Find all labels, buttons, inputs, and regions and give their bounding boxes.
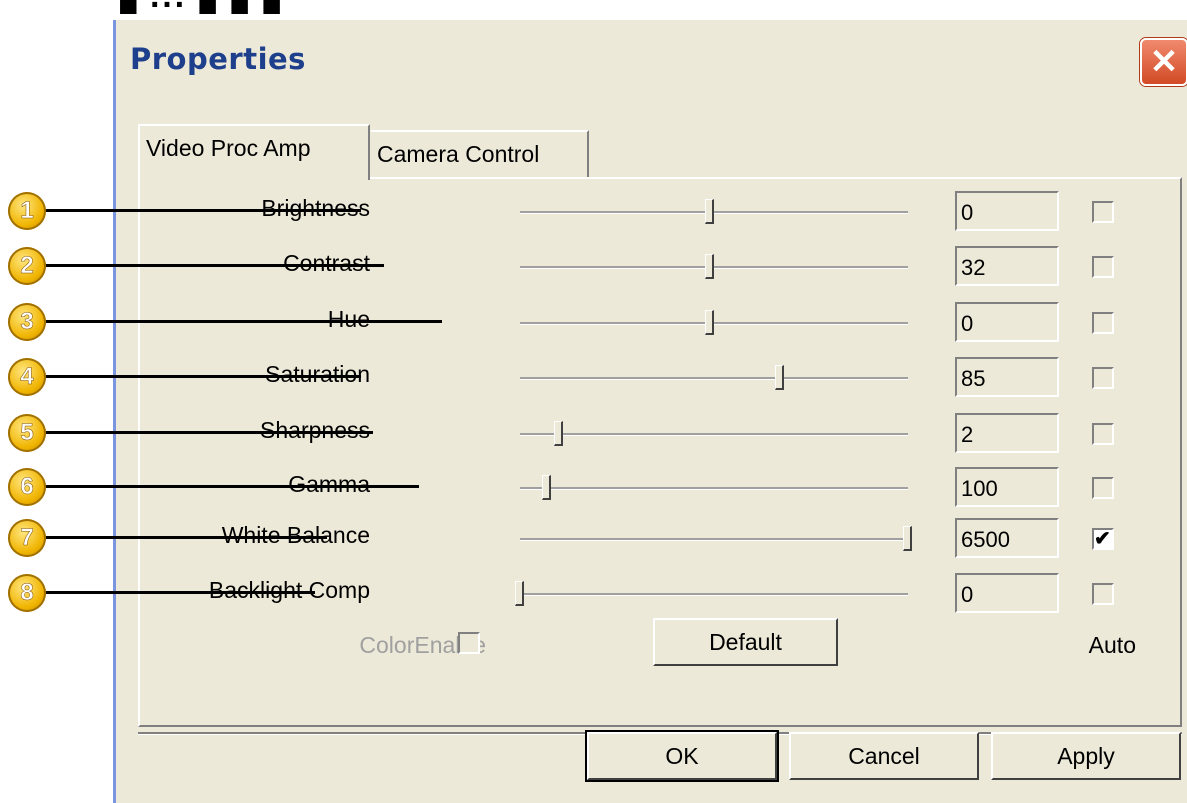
sharpness-slider-thumb[interactable] bbox=[553, 421, 563, 446]
callout-marker: 8 bbox=[8, 574, 46, 612]
callout-marker: 7 bbox=[8, 519, 46, 557]
backlight-comp-slider-thumb[interactable] bbox=[515, 581, 524, 606]
callout-number: 3 bbox=[20, 308, 34, 336]
gamma-value-field[interactable]: 100 bbox=[955, 467, 1059, 507]
hue-value-field[interactable]: 0 bbox=[955, 302, 1059, 342]
saturation-auto-checkbox[interactable] bbox=[1092, 367, 1114, 389]
callout-leader-line bbox=[44, 485, 419, 488]
callout-leader-line bbox=[44, 320, 442, 323]
callout-marker: 3 bbox=[8, 303, 46, 341]
auto-column-label: Auto bbox=[1088, 632, 1136, 658]
saturation-value-field[interactable]: 85 bbox=[955, 357, 1059, 397]
callout-leader-line bbox=[44, 431, 373, 434]
checkmark-icon: ✔ bbox=[1094, 528, 1111, 550]
callout-number: 6 bbox=[20, 473, 34, 501]
title-bar: Properties ✕ bbox=[116, 20, 1187, 98]
ok-button[interactable]: OK bbox=[585, 730, 779, 782]
callout-leader-line bbox=[44, 375, 361, 378]
gamma-slider-thumb[interactable] bbox=[542, 475, 552, 500]
brightness-value-field[interactable]: 0 bbox=[955, 191, 1059, 231]
callout-number: 1 bbox=[20, 197, 34, 225]
contrast-slider-thumb[interactable] bbox=[705, 254, 715, 279]
sharpness-auto-checkbox[interactable] bbox=[1092, 423, 1114, 445]
hue-slider-thumb[interactable] bbox=[705, 310, 715, 335]
callout-number: 7 bbox=[20, 524, 34, 552]
callout-leader-line bbox=[44, 536, 327, 539]
close-button[interactable]: ✕ bbox=[1140, 38, 1187, 86]
callout-leader-line bbox=[44, 209, 361, 212]
saturation-slider-thumb[interactable] bbox=[774, 365, 784, 390]
apply-button[interactable]: Apply bbox=[991, 732, 1181, 780]
callout-marker: 5 bbox=[8, 414, 46, 452]
properties-dialog: Properties ✕ Video Proc Amp Camera Contr… bbox=[113, 20, 1187, 803]
window-title: Properties bbox=[130, 42, 306, 76]
contrast-value-field[interactable]: 32 bbox=[955, 246, 1059, 286]
saturation-slider[interactable] bbox=[520, 377, 908, 380]
callout-number: 8 bbox=[20, 579, 34, 607]
white-balance-auto-checkbox[interactable]: ✔ bbox=[1092, 528, 1114, 550]
callout-number: 4 bbox=[20, 363, 34, 391]
backlight-comp-slider[interactable] bbox=[520, 593, 908, 596]
callout-leader-line bbox=[44, 264, 384, 267]
default-button[interactable]: Default bbox=[653, 618, 838, 666]
sharpness-value-field[interactable]: 2 bbox=[955, 413, 1059, 453]
backlight-comp-value-field[interactable]: 0 bbox=[955, 573, 1059, 613]
tab-video-proc-amp[interactable]: Video Proc Amp bbox=[138, 124, 370, 180]
callout-number: 2 bbox=[20, 252, 34, 280]
callout-number: 5 bbox=[20, 419, 34, 447]
brightness-slider-thumb[interactable] bbox=[705, 199, 715, 224]
hue-auto-checkbox[interactable] bbox=[1092, 312, 1114, 334]
gamma-slider[interactable] bbox=[520, 487, 908, 490]
callout-marker: 6 bbox=[8, 468, 46, 506]
white-balance-slider[interactable] bbox=[520, 538, 908, 541]
close-icon: ✕ bbox=[1149, 43, 1179, 81]
tab-camera-control[interactable]: Camera Control bbox=[371, 130, 589, 178]
callout-leader-line bbox=[44, 591, 315, 594]
brightness-auto-checkbox[interactable] bbox=[1092, 201, 1114, 223]
gamma-auto-checkbox[interactable] bbox=[1092, 477, 1114, 499]
backlight-comp-auto-checkbox[interactable] bbox=[1092, 583, 1114, 605]
white-balance-value-field[interactable]: 6500 bbox=[955, 518, 1059, 558]
contrast-auto-checkbox[interactable] bbox=[1092, 256, 1114, 278]
callout-marker: 4 bbox=[8, 358, 46, 396]
color-enable-checkbox bbox=[458, 632, 480, 654]
callout-marker: 2 bbox=[8, 247, 46, 285]
white-balance-slider-thumb[interactable] bbox=[903, 526, 912, 551]
cancel-button[interactable]: Cancel bbox=[789, 732, 979, 780]
sharpness-slider[interactable] bbox=[520, 433, 908, 436]
callout-marker: 1 bbox=[8, 192, 46, 230]
